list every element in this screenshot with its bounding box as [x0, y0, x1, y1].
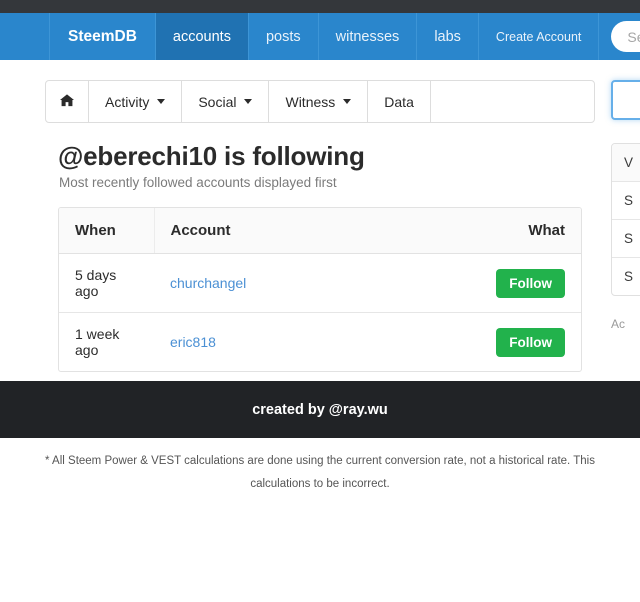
app-window: SteemDB accounts posts witnesses labs Cr… — [0, 0, 640, 602]
right-sidebar: V S S S Ac — [611, 80, 640, 372]
content-container: Activity Social Witness Data @eberechi10… — [0, 60, 640, 372]
following-table: When Account What 5 days ago churchangel — [59, 208, 581, 371]
page-title: @eberechi10 is following — [58, 141, 365, 171]
nav-item-accounts[interactable]: accounts — [155, 13, 249, 60]
main-navbar: SteemDB accounts posts witnesses labs Cr… — [0, 13, 640, 60]
follow-button[interactable]: Follow — [496, 268, 565, 298]
cell-account: churchangel — [154, 253, 476, 313]
account-link[interactable]: churchangel — [170, 275, 246, 291]
table-row: 5 days ago churchangel Follow — [59, 253, 581, 313]
list-item[interactable]: S — [612, 220, 640, 258]
table-body: 5 days ago churchangel Follow 1 week ago — [59, 253, 581, 372]
subnav-item-home[interactable] — [46, 81, 89, 122]
sidebar-stat-list: V S S S — [611, 143, 640, 296]
profile-subnav: Activity Social Witness Data — [45, 80, 595, 123]
sidebar-note: Ac — [611, 317, 626, 331]
chevron-down-icon — [157, 99, 166, 104]
table-head: When Account What — [59, 208, 581, 254]
subnav-item-social[interactable]: Social — [182, 81, 270, 122]
list-item[interactable]: S — [612, 258, 640, 295]
footer-disclaimer-line2: calculations to be incorrect. — [250, 478, 390, 490]
navbar-left-spacer — [0, 13, 50, 60]
footer-credit-text: created by @ray.wu — [252, 401, 388, 418]
subnav-label-witness: Witness — [285, 93, 336, 110]
home-icon — [60, 94, 74, 109]
main-column: Activity Social Witness Data @eberechi10… — [45, 80, 595, 372]
footer-credit-bar: created by @ray.wu — [0, 381, 640, 438]
nav-item-create-account[interactable]: Create Account — [479, 13, 600, 60]
table-header-when: When — [59, 208, 155, 254]
chevron-down-icon — [343, 99, 352, 104]
nav-item-witnesses[interactable]: witnesses — [319, 13, 418, 60]
cell-what: Follow — [476, 313, 581, 372]
cell-when: 1 week ago — [75, 326, 120, 358]
subnav-label-data: Data — [384, 93, 414, 110]
subnav-item-witness[interactable]: Witness — [269, 81, 369, 122]
following-panel: When Account What 5 days ago churchangel — [58, 207, 582, 372]
subnav-tail — [431, 81, 594, 122]
list-item[interactable]: S — [612, 182, 640, 220]
table-header-account: Account — [154, 208, 476, 254]
cell-when: 5 days ago — [59, 253, 154, 313]
table-header-what: What — [476, 208, 581, 254]
navbar-search-wrap — [599, 13, 640, 60]
page-subtitle: Most recently followed accounts displaye… — [59, 175, 337, 190]
chevron-down-icon — [244, 99, 253, 104]
subnav-label-social: Social — [198, 93, 237, 110]
list-item[interactable]: V — [612, 144, 640, 182]
follow-button[interactable]: Follow — [496, 327, 565, 357]
subnav-item-data[interactable]: Data — [368, 81, 431, 122]
table-header-row: When Account What — [59, 208, 581, 254]
account-link[interactable]: eric818 — [170, 334, 216, 350]
footer-disclaimer-line1: * All Steem Power & VEST calculations ar… — [45, 455, 595, 467]
table-row: 1 week ago eric818 Follow — [59, 313, 581, 372]
nav-item-labs[interactable]: labs — [417, 13, 479, 60]
nav-item-posts[interactable]: posts — [249, 13, 319, 60]
cell-account: eric818 — [154, 313, 476, 372]
cell-what: Follow — [476, 253, 581, 313]
page-heading: @eberechi10 is following Most recently f… — [45, 123, 595, 198]
page-body: Activity Social Witness Data @eberechi10… — [0, 60, 640, 490]
subnav-item-activity[interactable]: Activity — [89, 81, 183, 122]
brand-link[interactable]: SteemDB — [50, 13, 156, 60]
sidebar-search-input[interactable] — [611, 80, 640, 120]
top-dark-strip — [0, 0, 640, 13]
subnav-label-activity: Activity — [105, 93, 150, 110]
search-input[interactable] — [611, 21, 640, 52]
